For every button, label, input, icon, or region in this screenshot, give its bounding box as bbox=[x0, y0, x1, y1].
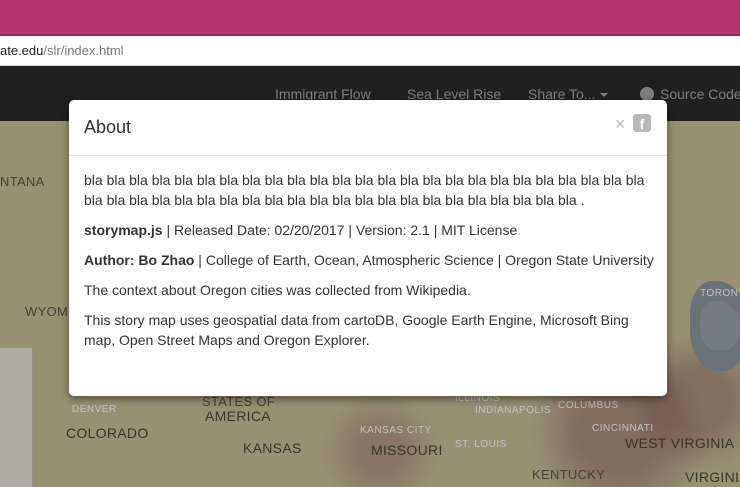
browser-title-bar bbox=[0, 0, 740, 34]
author-name: Author: Bo Zhao bbox=[84, 252, 195, 268]
address-bar[interactable]: ate.edu/slr/index.html bbox=[0, 36, 740, 66]
description-text: bla bla bla bla bla bla bla bla bla bla … bbox=[84, 172, 645, 208]
modal-body: bla bla bla bla bla bla bla bla bla bla … bbox=[84, 170, 654, 360]
library-info: storymap.js | Released Date: 02/20/2017 … bbox=[84, 220, 654, 240]
author-info: Author: Bo Zhao | College of Earth, Ocea… bbox=[84, 250, 654, 270]
about-modal: About × f bla bla bla bla bla bla bla bl… bbox=[69, 100, 667, 396]
facebook-share-icon[interactable]: f bbox=[633, 114, 651, 132]
modal-title: About bbox=[84, 117, 132, 137]
modal-header: About × f bbox=[69, 100, 667, 156]
library-meta: | Released Date: 02/20/2017 | Version: 2… bbox=[162, 222, 518, 238]
author-affiliation: | College of Earth, Ocean, Atmospheric S… bbox=[194, 252, 654, 268]
context-text: The context about Oregon cities was coll… bbox=[84, 282, 471, 298]
url-text[interactable]: ate.edu/slr/index.html bbox=[0, 43, 124, 58]
data-sources-text: This story map uses geospatial data from… bbox=[84, 312, 629, 348]
close-button[interactable]: × bbox=[615, 114, 626, 135]
library-name: storymap.js bbox=[84, 222, 163, 238]
